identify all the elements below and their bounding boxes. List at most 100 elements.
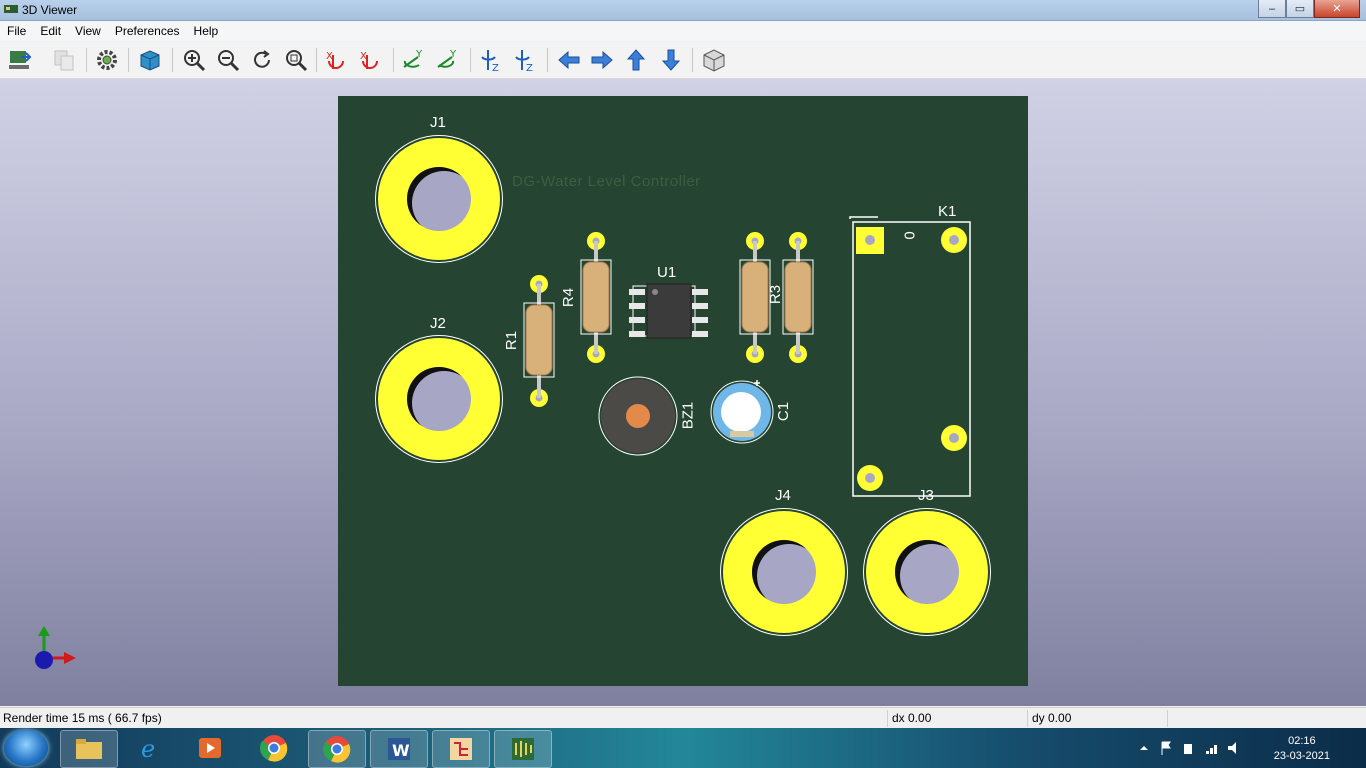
move-up-icon [626,49,646,71]
relay-k1 [849,216,971,497]
ref-k1-pin: 0 [901,231,919,240]
dy-status: dy 0.00 [1032,711,1072,725]
rotate-y-cw-button[interactable]: Y [400,46,428,74]
ref-r3: R3 [767,284,785,305]
capacitor-c1 [710,380,774,444]
orthographic-view-icon [140,50,160,71]
taskbar-kicad-pcb[interactable] [494,730,552,768]
ref-r4: R4 [560,287,578,308]
menu-edit[interactable]: Edit [33,21,68,41]
taskbar-chrome-2[interactable] [308,730,366,768]
rotate-z-ccw-button[interactable]: Z [511,46,539,74]
ref-u1: U1 [657,264,677,281]
view-3d-box-button[interactable] [700,46,728,74]
word-icon: W [388,738,410,760]
menu-file[interactable]: File [0,21,33,41]
resistor-r1 [523,275,555,407]
reload-board-button[interactable] [6,46,34,74]
rotate-x-cw-icon: X [326,51,344,69]
folder-icon [76,739,102,759]
app-icon [4,5,18,13]
render-time-status: Render time 15 ms ( 66.7 fps) [3,711,162,725]
clock-date: 23-03-2021 [1273,750,1330,762]
redraw-icon [254,50,270,68]
close-button[interactable]: ✕ [1314,0,1360,18]
media-player-icon [199,738,221,758]
rotate-y-cw-icon: Y [403,49,423,68]
move-left-icon [558,50,580,70]
rotate-x-cw-button[interactable]: X [323,46,351,74]
window-title: 3D Viewer [22,3,78,17]
clock-time: 02:16 [1288,735,1316,747]
status-bar: Render time 15 ms ( 66.7 fps) dx 0.00 dy… [0,707,1366,729]
move-left-button[interactable] [555,46,583,74]
resistor-r4 [580,232,612,363]
settings-icon [97,50,117,70]
title-bar: 3D Viewer – ▭ ✕ [0,0,1366,21]
zoom-fit-icon [286,50,308,72]
pcb-editor-icon [512,738,534,760]
taskbar-word[interactable]: W [370,730,428,768]
ref-r1: R1 [503,330,521,351]
system-tray: 02:16 23-03-2021 [1138,728,1358,768]
chrome-icon [322,736,351,763]
minimize-button[interactable]: – [1258,0,1286,18]
taskbar-media-player[interactable] [182,730,238,766]
ref-k1: K1 [938,203,957,220]
menu-preferences[interactable]: Preferences [108,21,187,41]
zoom-fit-button[interactable] [282,46,310,74]
maximize-button[interactable]: ▭ [1286,0,1314,18]
rotate-z-cw-icon: Z [481,50,499,73]
rotate-z-cw-button[interactable]: Z [477,46,505,74]
move-down-icon [661,49,681,71]
zoom-out-icon [218,50,240,72]
view-3d-box-icon [703,49,725,72]
rotate-y-ccw-icon: Y [437,49,457,68]
tray-icons [1140,741,1236,755]
ref-bz1: BZ1 [679,401,697,430]
svg-text:Z: Z [492,63,499,73]
buzzer-bz1 [598,376,678,456]
copy-image-button[interactable] [50,46,78,74]
redraw-button[interactable] [248,46,276,74]
menu-view[interactable]: View [68,21,108,41]
svg-text:W: W [392,741,410,760]
rotate-x-ccw-icon: X [360,51,378,69]
zoom-in-button[interactable] [180,46,208,74]
start-button[interactable] [4,730,48,766]
internet-explorer-icon: e [141,735,155,762]
zoom-out-button[interactable] [214,46,242,74]
pcb-board: DG-Water Level Controller J1 J2 J4 J3 K1… [338,96,1028,686]
copy-image-icon [54,50,74,71]
taskbar-ie[interactable]: e [122,730,178,766]
clock[interactable]: 02:16 23-03-2021 [1274,734,1330,764]
taskbar-explorer[interactable] [60,730,118,768]
schematic-editor-icon [450,738,472,760]
dx-status: dx 0.00 [892,711,932,725]
move-right-icon [591,50,613,70]
rotate-y-ccw-button[interactable]: Y [434,46,462,74]
3d-viewport[interactable]: DG-Water Level Controller J1 J2 J4 J3 K1… [0,79,1366,706]
menu-help[interactable]: Help [187,21,226,41]
taskbar-chrome[interactable] [246,730,302,766]
rotate-z-ccw-icon: Z [515,50,533,73]
svg-text:e: e [141,735,155,762]
ic-u1 [629,283,708,339]
reload-board-icon [9,51,32,69]
move-up-button[interactable] [622,46,650,74]
components-layer [523,216,971,497]
taskbar: e W 02:16 23-03-2021 [0,728,1366,768]
taskbar-kicad-schematic[interactable] [432,730,490,768]
menu-bar: File Edit View Preferences Help [0,21,1366,41]
orthographic-view-button[interactable] [136,46,164,74]
ref-c1: C1 [775,401,793,422]
axes-gizmo [35,626,76,669]
svg-text:X: X [360,51,367,62]
move-down-button[interactable] [657,46,685,74]
toolbar: X X Y Y Z Z [0,42,1366,79]
chrome-icon [259,735,288,762]
move-right-button[interactable] [588,46,616,74]
rotate-x-ccw-button[interactable]: X [357,46,385,74]
settings-button[interactable] [93,46,121,74]
svg-text:X: X [326,51,333,62]
